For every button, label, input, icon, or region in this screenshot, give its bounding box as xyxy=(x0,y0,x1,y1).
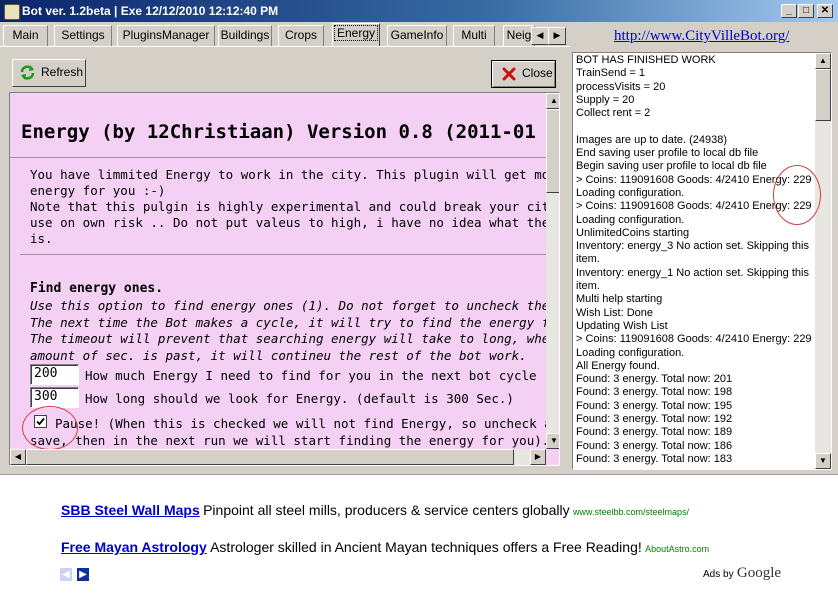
ad-area: SBB Steel Wall Maps Pinpoint all steel m… xyxy=(0,474,838,599)
log-line: Collect rent = 2 xyxy=(576,107,651,120)
log-line: Loading configuration. xyxy=(576,213,685,226)
log-scroll-down-icon[interactable]: ▼ xyxy=(815,453,831,469)
log-panel: BOT HAS FINISHED WORK TrainSend = 1 proces… xyxy=(572,52,832,470)
log-line: Found: 3 energy. Total now: 195 xyxy=(576,399,733,412)
plugin-intro: You have limmited Energy to work in the … xyxy=(30,167,546,246)
log-line: All Energy found. xyxy=(576,359,660,372)
tab-bar: Main Settings PluginsManager Buildings C… xyxy=(0,22,570,47)
log-line: Found: 3 energy. Total now: 198 xyxy=(576,386,733,399)
log-line: Begin saving user profile to local db fi… xyxy=(576,160,767,173)
tab-multi[interactable]: Multi xyxy=(453,25,495,47)
ad-next-icon[interactable]: ▶ xyxy=(77,568,89,581)
log-line: Found: 3 energy. Total now: 189 xyxy=(576,426,733,439)
annotation-circle-energy xyxy=(773,165,821,225)
maximize-button[interactable]: □ xyxy=(798,4,814,18)
google-logo: Google xyxy=(736,565,782,581)
scroll-down-icon[interactable]: ▼ xyxy=(546,433,559,449)
log-line: BOT HAS FINISHED WORK xyxy=(576,54,716,66)
log-line: Multi help starting xyxy=(576,293,663,306)
tab-divider xyxy=(0,46,570,47)
scroll-thumb[interactable] xyxy=(546,109,559,193)
log-line: Found: 3 energy. Total now: 186 xyxy=(576,439,733,452)
log-line: Found: 3 energy. Total now: 201 xyxy=(576,373,733,386)
tab-scroll-right-icon[interactable]: ▶ xyxy=(548,27,566,45)
section-description: Use this option to find energy ones (1).… xyxy=(30,298,546,363)
timeout-label: How long should we look for Energy. (def… xyxy=(85,391,514,406)
timeout-input[interactable]: 300 xyxy=(30,387,79,408)
title-bar: Bot ver. 1.2beta | Exe 12/12/2010 12:12:… xyxy=(0,0,838,22)
scroll-left-icon[interactable]: ◀ xyxy=(10,449,26,465)
energy-amount-label: How much Energy I need to find for you i… xyxy=(85,368,537,383)
site-link[interactable]: http://www.CityVilleBot.org/ xyxy=(614,28,789,45)
log-line: UnlimitedCoins starting xyxy=(576,226,690,239)
log-line: Loading configuration. xyxy=(576,346,685,359)
log-line: item. xyxy=(576,280,600,293)
plugin-panel: Energy (by 12Christiaan) Version 0.8 (20… xyxy=(9,92,560,466)
log-line: End saving user profile to local db file xyxy=(576,147,759,160)
tab-energy[interactable]: Energy xyxy=(332,23,380,47)
section-title: Find energy ones. xyxy=(30,281,164,296)
log-vertical-scrollbar[interactable]: ▲ ▼ xyxy=(815,53,831,469)
ad-row-2: Free Mayan Astrology Astrologer skilled … xyxy=(61,539,710,555)
log-line: Inventory: energy_3 No action set. Skipp… xyxy=(576,240,809,253)
annotation-circle-pause xyxy=(22,406,78,449)
app-icon xyxy=(4,4,20,20)
close-window-button[interactable]: ✕ xyxy=(817,4,833,18)
ad-prev-icon[interactable]: ◀ xyxy=(60,568,72,581)
window-title: Bot ver. 1.2beta | Exe 12/12/2010 12:12:… xyxy=(22,4,279,18)
log-line: > Coins: 119091608 Goods: 4/2410 Energy:… xyxy=(576,333,812,346)
ad-link-mayan-astrology[interactable]: Free Mayan Astrology xyxy=(61,539,207,555)
log-scroll-thumb[interactable] xyxy=(815,69,831,121)
scroll-right-icon[interactable]: ▶ xyxy=(530,449,546,465)
tab-crops[interactable]: Crops xyxy=(278,25,324,47)
minimize-button[interactable]: _ xyxy=(781,4,797,18)
ads-by-google[interactable]: Ads by Google xyxy=(703,565,781,582)
log-line: Updating Wish List xyxy=(576,319,668,332)
tab-buildings[interactable]: Buildings xyxy=(218,25,272,47)
plugin-vertical-scrollbar[interactable]: ▲ ▼ xyxy=(546,93,559,449)
log-line: TrainSend = 1 xyxy=(576,67,645,80)
tab-settings[interactable]: Settings xyxy=(54,25,112,47)
intro-divider xyxy=(20,254,546,255)
log-line: Found: 3 energy. Total now: 192 xyxy=(576,413,733,426)
log-line: Supply = 20 xyxy=(576,93,635,106)
close-button[interactable]: Close xyxy=(491,60,556,88)
log-line: item. xyxy=(576,253,600,266)
ad-link-steel-maps[interactable]: SBB Steel Wall Maps xyxy=(61,502,200,518)
log-line: Wish List: Done xyxy=(576,306,654,319)
log-line: Inventory: energy_1 No action set. Skipp… xyxy=(576,266,809,279)
ad-row-1: SBB Steel Wall Maps Pinpoint all steel m… xyxy=(61,502,689,518)
tab-plugins-manager[interactable]: PluginsManager xyxy=(117,25,215,47)
log-lines: BOT HAS FINISHED WORK TrainSend = 1 proces… xyxy=(576,54,814,466)
tab-scroll-left-icon[interactable]: ◀ xyxy=(531,27,549,45)
scroll-up-icon[interactable]: ▲ xyxy=(546,93,559,109)
title-divider xyxy=(10,157,546,158)
log-scroll-up-icon[interactable]: ▲ xyxy=(815,53,831,69)
plugin-title: Energy (by 12Christiaan) Version 0.8 (20… xyxy=(21,121,536,143)
log-line: processVisits = 20 xyxy=(576,80,666,93)
log-line: Images are up to date. (24938) xyxy=(576,133,728,146)
log-line: Found: 3 energy. Total now: 183 xyxy=(576,452,733,465)
energy-amount-input[interactable]: 200 xyxy=(30,364,79,385)
plugin-content: Energy (by 12Christiaan) Version 0.8 (20… xyxy=(10,93,546,449)
tab-game-info[interactable]: GameInfo xyxy=(387,25,447,47)
plugin-horizontal-scrollbar[interactable]: ◀ ▶ xyxy=(10,449,546,465)
scroll-thumb-horizontal[interactable] xyxy=(26,449,514,465)
tab-main[interactable]: Main xyxy=(3,25,48,47)
close-x-icon xyxy=(502,67,516,81)
pause-label: Pause! (When this is checked we will not… xyxy=(30,416,546,448)
refresh-button[interactable]: Refresh xyxy=(12,59,86,87)
refresh-icon xyxy=(20,65,35,80)
